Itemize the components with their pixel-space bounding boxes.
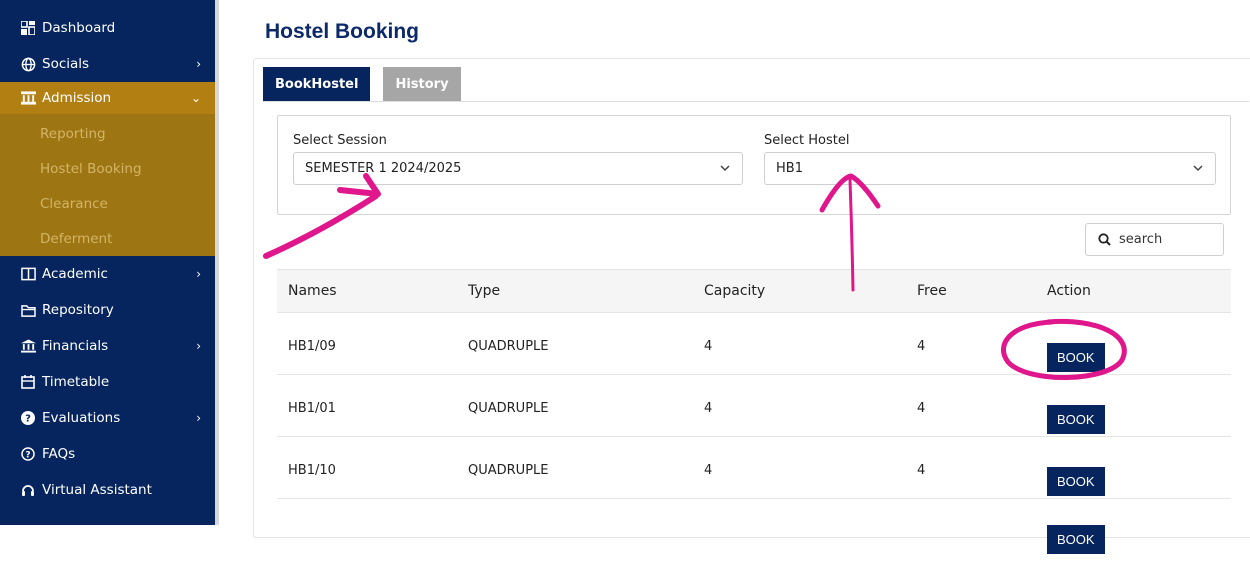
help-circle-icon: ? [20,446,36,462]
room-type: QUADRUPLE [468,463,549,478]
tab-bar: BookHostel History [263,67,461,101]
sidebar-item-timetable[interactable]: Timetable [0,364,215,400]
column-header-action: Action [1047,283,1091,299]
table-row: HB1/09 QUADRUPLE 4 4 BOOK [277,313,1231,375]
svg-text:?: ? [25,450,30,460]
sidebar-item-academic[interactable]: Academic › [0,256,215,292]
question-circle-icon: ? [20,410,36,426]
submenu-item-reporting[interactable]: Reporting [0,116,215,151]
submenu-item-clearance[interactable]: Clearance [0,186,215,221]
chevron-right-icon: › [196,339,201,353]
chevron-right-icon: › [196,411,201,425]
book-button[interactable]: BOOK [1047,405,1105,434]
main-content: Hostel Booking BookHostel History Select… [219,0,1250,554]
column-header-capacity[interactable]: Capacity [704,270,765,312]
table-header: Names Type Capacity Free Action [277,269,1231,313]
column-header-type[interactable]: Type [468,270,500,312]
sidebar-item-socials[interactable]: Socials › [0,46,215,82]
room-name: HB1/01 [288,401,336,416]
submenu-item-hostel-booking[interactable]: Hostel Booking [0,151,215,186]
room-free: 4 [917,401,926,416]
sidebar-item-financials[interactable]: Financials › [0,328,215,364]
room-free: 4 [917,339,926,354]
book-button[interactable]: BOOK [1047,343,1105,372]
sidebar-item-label: Evaluations [42,410,121,426]
sidebar-item-label: Admission [42,90,112,106]
room-type: QUADRUPLE [468,401,549,416]
rooms-table: Names Type Capacity Free Action HB1/09 Q… [277,269,1231,561]
hostel-select-value: HB1 [776,161,803,176]
calendar-icon [20,374,36,390]
dashboard-icon [20,20,36,36]
sidebar: Dashboard Socials › Admission ⌄ Reportin… [0,0,215,525]
table-row: HB1/10 QUADRUPLE 4 4 BOOK [277,437,1231,499]
search-icon [1098,233,1111,246]
room-capacity: 4 [704,339,713,354]
sidebar-item-label: Financials [42,338,109,354]
chevron-down-icon [720,162,730,175]
search-input[interactable]: search [1085,223,1224,256]
session-label: Select Session [293,133,387,148]
column-header-free[interactable]: Free [917,270,947,312]
globe-icon [20,56,36,72]
bank-icon [20,338,36,354]
session-select[interactable]: SEMESTER 1 2024/2025 [293,152,743,185]
sidebar-item-label: Dashboard [42,20,116,36]
chevron-down-icon [1193,162,1203,175]
sidebar-item-faqs[interactable]: ? FAQs [0,436,215,472]
sidebar-item-label: Repository [42,302,114,318]
column-header-names[interactable]: Names [288,270,337,312]
sidebar-item-label: Academic [42,266,108,282]
chevron-down-icon: ⌄ [190,91,201,105]
tab-history[interactable]: History [383,67,461,101]
sidebar-item-evaluations[interactable]: ? Evaluations › [0,400,215,436]
room-capacity: 4 [704,401,713,416]
room-type: QUADRUPLE [468,339,549,354]
room-name: HB1/09 [288,339,336,354]
session-select-value: SEMESTER 1 2024/2025 [305,161,462,176]
sidebar-item-admission[interactable]: Admission ⌄ [0,82,215,114]
headset-icon [20,482,36,498]
folder-icon [20,302,36,318]
svg-text:?: ? [25,414,31,425]
sidebar-item-label: Socials [42,56,90,72]
filter-panel: Select Session SEMESTER 1 2024/2025 Sele… [277,115,1231,215]
submenu-item-deferment[interactable]: Deferment [0,221,215,256]
sidebar-item-virtual-assistant[interactable]: Virtual Assistant [0,472,215,508]
hostel-label: Select Hostel [764,133,850,148]
room-free: 4 [917,463,926,478]
sidebar-item-label: Virtual Assistant [42,482,152,498]
chevron-right-icon: › [196,267,201,281]
page-title: Hostel Booking [265,20,420,43]
search-placeholder: search [1119,232,1163,247]
tab-book-hostel[interactable]: BookHostel [263,67,371,101]
sidebar-item-label: FAQs [42,446,76,462]
institution-icon [20,90,36,106]
sidebar-item-repository[interactable]: Repository [0,292,215,328]
book-button[interactable]: BOOK [1047,467,1105,496]
hostel-select[interactable]: HB1 [764,152,1216,185]
room-name: HB1/10 [288,463,336,478]
book-icon [20,266,36,282]
sidebar-item-dashboard[interactable]: Dashboard [0,10,215,46]
book-button[interactable]: BOOK [1047,525,1105,554]
room-capacity: 4 [704,463,713,478]
admission-submenu: Reporting Hostel Booking Clearance Defer… [0,114,215,256]
chevron-right-icon: › [196,57,201,71]
table-row: HB1/01 QUADRUPLE 4 4 BOOK [277,375,1231,437]
sidebar-item-label: Timetable [42,374,110,390]
tab-divider [263,101,1249,102]
table-row: BOOK [277,499,1231,561]
